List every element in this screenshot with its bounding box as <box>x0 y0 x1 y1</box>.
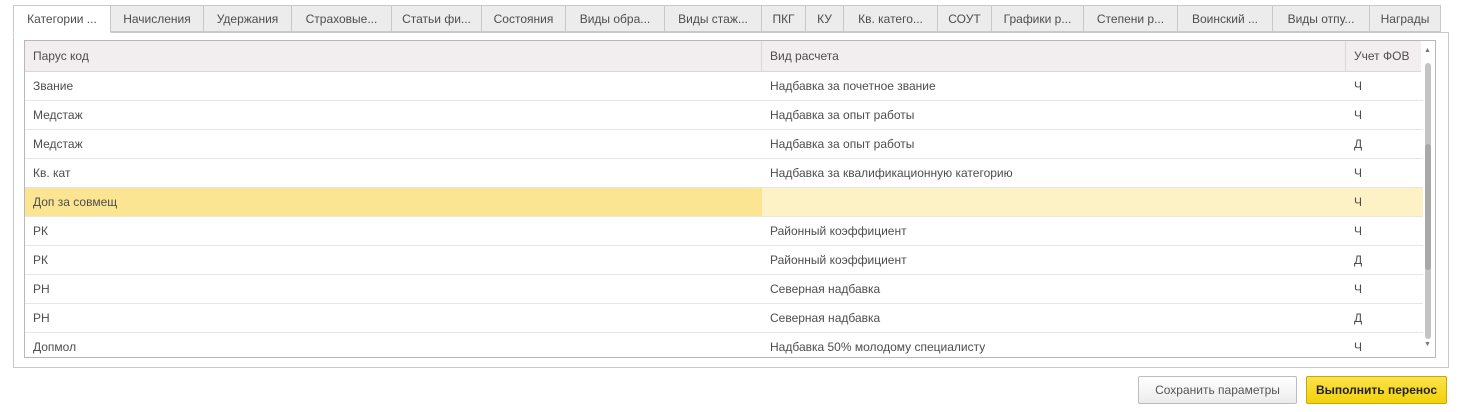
tab-4[interactable]: Статьи фи... <box>392 5 482 32</box>
cell-fov: Ч <box>1354 282 1362 296</box>
column-header-calc-type[interactable]: Вид расчета <box>762 41 1346 71</box>
cell-calc-type: Надбавка за опыт работы <box>770 108 915 122</box>
tab-16[interactable]: Награды <box>1370 5 1441 32</box>
scrollbar-thumb[interactable] <box>1425 144 1431 270</box>
cell-fov: Ч <box>1354 195 1362 209</box>
cell-fov: Ч <box>1354 340 1362 354</box>
cell-calc-type: Северная надбавка <box>770 282 881 296</box>
cell-parus-code: Медстаж <box>33 108 83 122</box>
execute-transfer-button[interactable]: Выполнить перенос <box>1306 376 1447 404</box>
tab-0[interactable]: Категории ... <box>13 5 111 33</box>
cell-calc-type: Районный коэффициент <box>770 253 907 267</box>
scroll-up-icon[interactable]: ▲ <box>1424 47 1431 54</box>
column-header-parus-code[interactable]: Парус код <box>25 41 762 71</box>
cell-parus-code: Медстаж <box>33 137 83 151</box>
table-row[interactable]: РН Северная надбавка Д <box>25 304 1423 333</box>
cell-fov: Д <box>1354 311 1363 325</box>
tab-10[interactable]: Кв. катего... <box>844 5 938 32</box>
scroll-down-icon[interactable]: ▼ <box>1424 341 1431 348</box>
cell-parus-code: РК <box>33 224 48 238</box>
table-row[interactable]: Кв. кат Надбавка за квалификационную кате… <box>25 159 1423 188</box>
cell-fov: Д <box>1354 137 1363 151</box>
cell-parus-code: Кв. кат <box>33 166 71 180</box>
table-row[interactable]: Медстаж Надбавка за опыт работы Д <box>25 130 1423 159</box>
save-parameters-button[interactable]: Сохранить параметры <box>1138 376 1297 404</box>
cell-fov: Ч <box>1354 166 1362 180</box>
table-row[interactable]: Допмол Надбавка 50% молодому специалисту Ч <box>25 333 1423 357</box>
cell-parus-code: РК <box>33 253 48 267</box>
table-row[interactable]: РК Районный коэффициент Д <box>25 246 1423 275</box>
tab-15[interactable]: Виды отпу... <box>1273 5 1370 32</box>
cell-calc-type <box>762 188 1346 216</box>
column-header-fov[interactable]: Учет ФОВ <box>1346 41 1423 71</box>
tab-9[interactable]: КУ <box>806 5 844 32</box>
tab-3[interactable]: Страховые... <box>292 5 392 32</box>
tab-6[interactable]: Виды обра... <box>566 5 665 32</box>
cell-parus-code: Доп за совмещ <box>25 188 762 216</box>
tab-11[interactable]: СОУТ <box>938 5 992 32</box>
cell-calc-type: Северная надбавка <box>770 311 881 325</box>
cell-parus-code: РН <box>33 311 50 325</box>
cell-calc-type: Надбавка за квалификационную категорию <box>770 166 1013 180</box>
cell-parus-code: Звание <box>33 79 74 93</box>
tab-1[interactable]: Начисления <box>111 5 204 32</box>
table-row[interactable]: РН Северная надбавка Ч <box>25 275 1423 304</box>
tab-bar: Категории ... Начисления Удержания Страховы… <box>13 5 1441 33</box>
tab-14[interactable]: Воинский ... <box>1178 5 1273 32</box>
cell-fov: Ч <box>1354 108 1362 122</box>
data-table: Парус код Вид расчета Учет ФОВ ▲ ▼ Звани… <box>24 40 1436 358</box>
tab-12[interactable]: Графики р... <box>992 5 1084 32</box>
table-row[interactable]: Доп за совмещ Ч <box>25 188 1423 217</box>
table-row[interactable]: Медстаж Надбавка за опыт работы Ч <box>25 101 1423 130</box>
scrollbar[interactable]: ▲ ▼ <box>1421 41 1435 357</box>
tab-7[interactable]: Виды стаж... <box>665 5 762 32</box>
tab-2[interactable]: Удержания <box>204 5 292 32</box>
table-row[interactable]: РК Районный коэффициент Ч <box>25 217 1423 246</box>
cell-fov: Д <box>1354 253 1363 267</box>
cell-calc-type: Надбавка за почетное звание <box>770 79 936 93</box>
cell-parus-code: РН <box>33 282 50 296</box>
cell-calc-type: Надбавка за опыт работы <box>770 137 915 151</box>
tab-5[interactable]: Состояния <box>482 5 566 32</box>
cell-fov: Ч <box>1354 224 1362 238</box>
cell-calc-type: Надбавка 50% молодому специалисту <box>770 340 986 354</box>
cell-parus-code: Допмол <box>33 340 77 354</box>
cell-calc-type: Районный коэффициент <box>770 224 907 238</box>
tab-8[interactable]: ПКГ <box>762 5 806 32</box>
table-header: Парус код Вид расчета Учет ФОВ <box>25 41 1423 72</box>
table-row[interactable]: Звание Надбавка за почетное звание Ч <box>25 72 1423 101</box>
cell-fov: Ч <box>1354 79 1362 93</box>
tab-13[interactable]: Степени р... <box>1084 5 1178 32</box>
